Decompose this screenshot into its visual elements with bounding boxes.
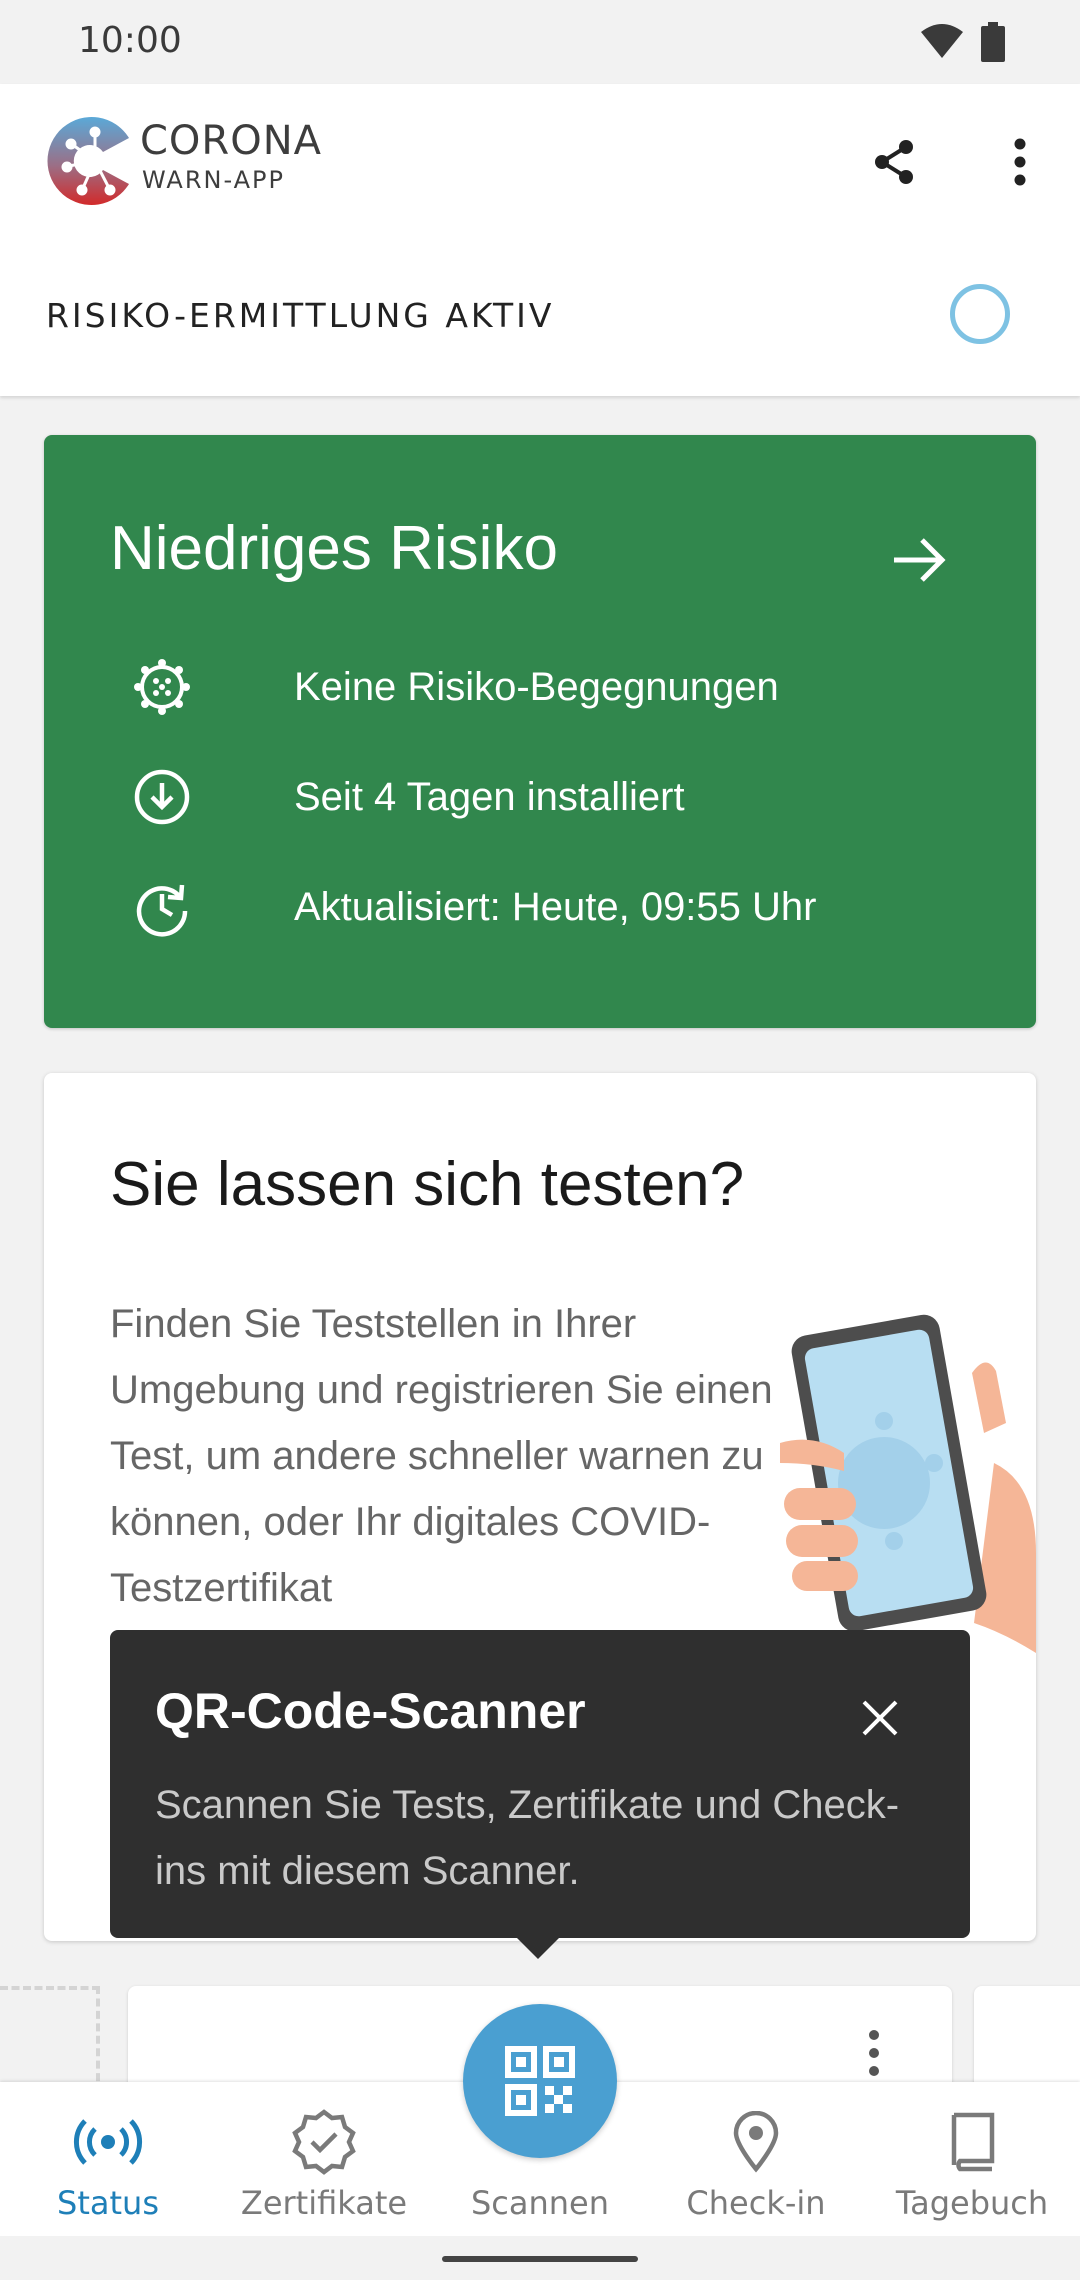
nav-label: Status xyxy=(57,2184,159,2222)
risk-row-installed: Seit 4 Tagen installiert xyxy=(130,765,685,829)
nav-status[interactable]: Status xyxy=(0,2082,216,2236)
qr-code-icon xyxy=(505,2046,575,2116)
nav-certificates[interactable]: Zertifikate xyxy=(216,2082,432,2236)
download-circle-icon xyxy=(130,765,194,829)
risk-row-updated: Aktualisiert: Heute, 09:55 Uhr xyxy=(130,875,816,939)
risk-card-title: Niedriges Risiko xyxy=(110,514,558,583)
tooltip-pointer xyxy=(516,1937,560,1959)
risk-row-text: Aktualisiert: Heute, 09:55 Uhr xyxy=(294,884,817,929)
app-logo-title: CORONA xyxy=(140,118,322,164)
gesture-handle[interactable] xyxy=(442,2256,638,2262)
nav-label: Zertifikate xyxy=(240,2184,408,2222)
book-icon xyxy=(936,2106,1008,2178)
risk-detection-progress-icon xyxy=(950,284,1010,344)
broadcast-icon xyxy=(72,2106,144,2178)
share-button[interactable] xyxy=(868,134,920,190)
close-icon xyxy=(862,1700,898,1736)
battery-icon xyxy=(981,22,1005,62)
nav-label: Check-in xyxy=(686,2184,826,2222)
app-logo-subtitle: WARN-APP xyxy=(142,166,285,194)
qr-scanner-tooltip: QR-Code-Scanner Scannen Sie Tests, Zerti… xyxy=(110,1630,970,1938)
arrow-right-icon xyxy=(894,538,946,582)
more-vertical-icon xyxy=(869,2030,879,2076)
risk-card[interactable]: Niedriges Risiko Keine Risiko-Begegnunge… xyxy=(44,435,1036,1028)
scan-fab-button[interactable] xyxy=(463,2004,617,2158)
nav-diary[interactable]: Tagebuch xyxy=(864,2082,1080,2236)
clock-refresh-icon xyxy=(130,875,194,939)
risk-detection-status: RISIKO-ERMITTLUNG AKTIV xyxy=(46,296,555,335)
nav-label: Tagebuch xyxy=(895,2184,1049,2222)
corona-warn-app-logo xyxy=(47,117,129,205)
status-time: 10:00 xyxy=(78,20,182,61)
wifi-icon xyxy=(921,24,963,58)
app-header: CORONA WARN-APP RISIKO-ERMITTLUNG AKTIV xyxy=(0,84,1080,396)
card-overflow-button[interactable] xyxy=(854,2030,894,2090)
location-pin-icon xyxy=(720,2106,792,2178)
risk-row-text: Seit 4 Tagen installiert xyxy=(294,774,685,819)
test-card-title: Sie lassen sich testen? xyxy=(110,1150,745,1219)
tooltip-title: QR-Code-Scanner xyxy=(155,1683,586,1739)
risk-row-encounters: Keine Risiko-Begegnungen xyxy=(130,655,779,719)
more-vertical-icon xyxy=(1014,138,1026,186)
nav-label: Scannen xyxy=(470,2184,610,2222)
tooltip-close-button[interactable] xyxy=(852,1690,908,1746)
system-gesture-bar xyxy=(0,2236,1080,2280)
risk-row-text: Keine Risiko-Begegnungen xyxy=(294,664,779,709)
test-card-body: Finden Sie Teststellen in Ihrer Umgebung… xyxy=(110,1302,773,1610)
nav-check-in[interactable]: Check-in xyxy=(648,2082,864,2236)
certificate-icon xyxy=(288,2106,360,2178)
share-icon xyxy=(875,140,913,184)
virus-icon xyxy=(130,655,194,719)
status-bar: 10:00 xyxy=(0,0,1080,84)
overflow-menu-button[interactable] xyxy=(1000,134,1040,190)
tooltip-text: Scannen Sie Tests, Zertifikate und Check… xyxy=(155,1783,900,1893)
